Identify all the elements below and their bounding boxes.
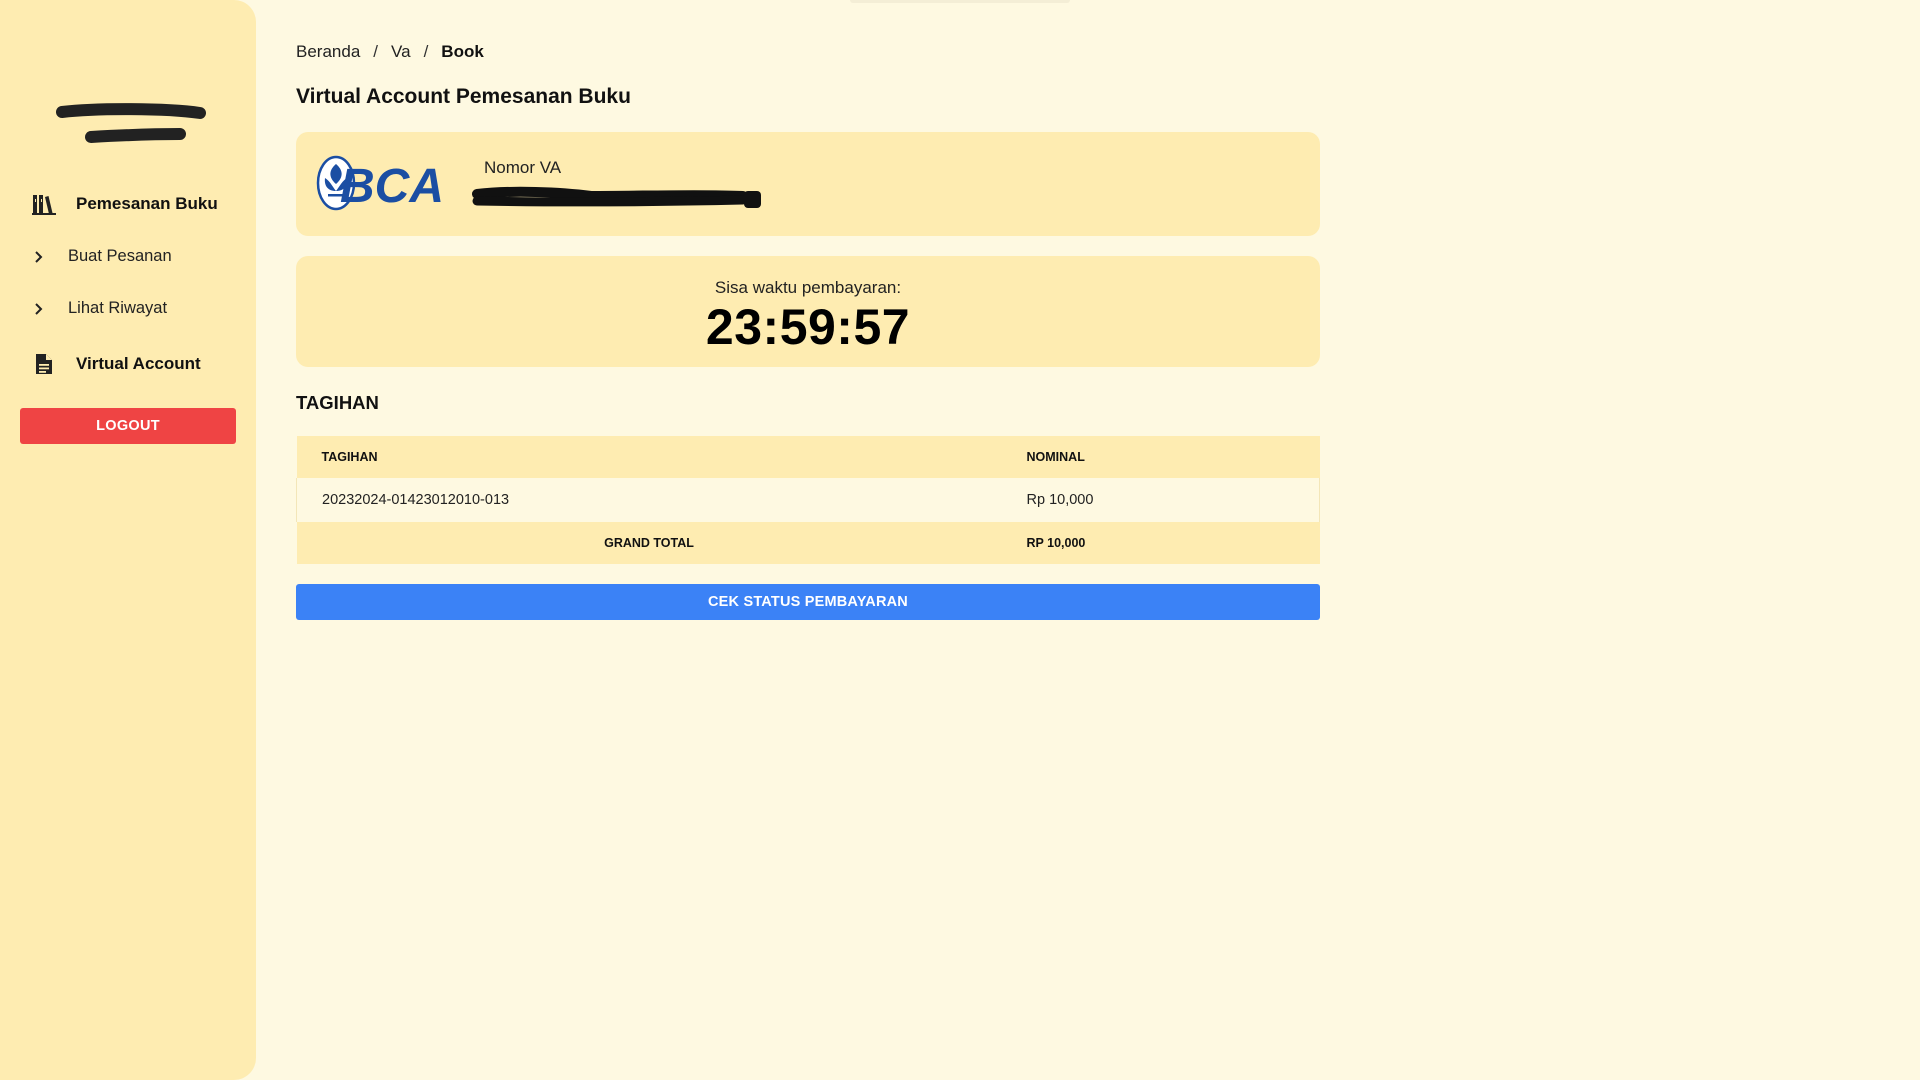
sidebar-item-create-order-label: Buat Pesanan xyxy=(68,247,172,265)
bill-table: TAGIHAN NOMINAL 20232024-01423012010-013… xyxy=(296,436,1320,564)
bill-section-title: TAGIHAN xyxy=(296,392,379,413)
breadcrumb-home[interactable]: Beranda xyxy=(296,42,360,62)
sidebar-item-history[interactable]: Lihat Riwayat xyxy=(32,299,167,318)
grand-total-label: GRAND TOTAL xyxy=(604,536,694,550)
app-root: Pemesanan Buku Buat Pesanan Lihat Riwaya… xyxy=(0,0,1920,1080)
sidebar-section-virtual-account[interactable]: Virtual Account xyxy=(30,350,201,378)
countdown-timer: 23:59:57 xyxy=(705,299,911,355)
sidebar-section-orders-label: Pemesanan Buku xyxy=(76,194,218,213)
breadcrumb: Beranda / Va / Book xyxy=(296,42,484,62)
bca-logo-text: BCA xyxy=(340,160,441,212)
breadcrumb-separator: / xyxy=(373,42,379,61)
va-number-redacted xyxy=(472,186,761,208)
sidebar-section-virtual-account-label: Virtual Account xyxy=(76,354,201,373)
va-number-label: Nomor VA xyxy=(484,158,562,177)
page-title: Virtual Account Pemesanan Buku xyxy=(296,85,631,108)
column-header-bill: TAGIHAN xyxy=(321,450,378,464)
payment-timer-card: Sisa waktu pembayaran: 23:59:57 xyxy=(296,256,1320,367)
sidebar-item-history-label: Lihat Riwayat xyxy=(68,299,168,317)
breadcrumb-separator: / xyxy=(423,42,429,61)
logout-button[interactable]: LOGOUT xyxy=(20,408,236,444)
breadcrumb-va[interactable]: Va xyxy=(391,42,411,62)
chevron-right-icon xyxy=(32,302,46,316)
bill-table-header: TAGIHAN NOMINAL xyxy=(296,436,1320,478)
top-tab-handle xyxy=(850,0,1070,3)
bill-id-cell: 20232024-01423012010-013 xyxy=(322,492,510,508)
document-icon xyxy=(30,350,58,378)
book-library-icon xyxy=(30,190,58,218)
bca-logo: BCA xyxy=(316,155,441,212)
chevron-right-icon xyxy=(32,250,46,264)
check-payment-status-button[interactable]: CEK STATUS PEMBAYARAN xyxy=(296,584,1320,620)
column-header-nominal: NOMINAL xyxy=(1026,450,1085,464)
timer-label: Sisa waktu pembayaran: xyxy=(714,278,902,297)
sidebar-section-orders[interactable]: Pemesanan Buku xyxy=(30,190,218,218)
table-row: 20232024-01423012010-013 Rp 10,000 xyxy=(296,478,1320,522)
sidebar-item-create-order[interactable]: Buat Pesanan xyxy=(32,247,172,266)
grand-total-row: GRAND TOTAL RP 10,000 xyxy=(296,522,1320,564)
redacted-logo xyxy=(56,103,206,143)
grand-total-value: RP 10,000 xyxy=(1026,536,1086,550)
breadcrumb-current: Book xyxy=(441,42,484,61)
bill-amount-cell: Rp 10,000 xyxy=(1026,492,1094,508)
virtual-account-card: BCA Nomor VA xyxy=(296,132,1320,236)
sidebar: Pemesanan Buku Buat Pesanan Lihat Riwaya… xyxy=(0,0,256,1080)
